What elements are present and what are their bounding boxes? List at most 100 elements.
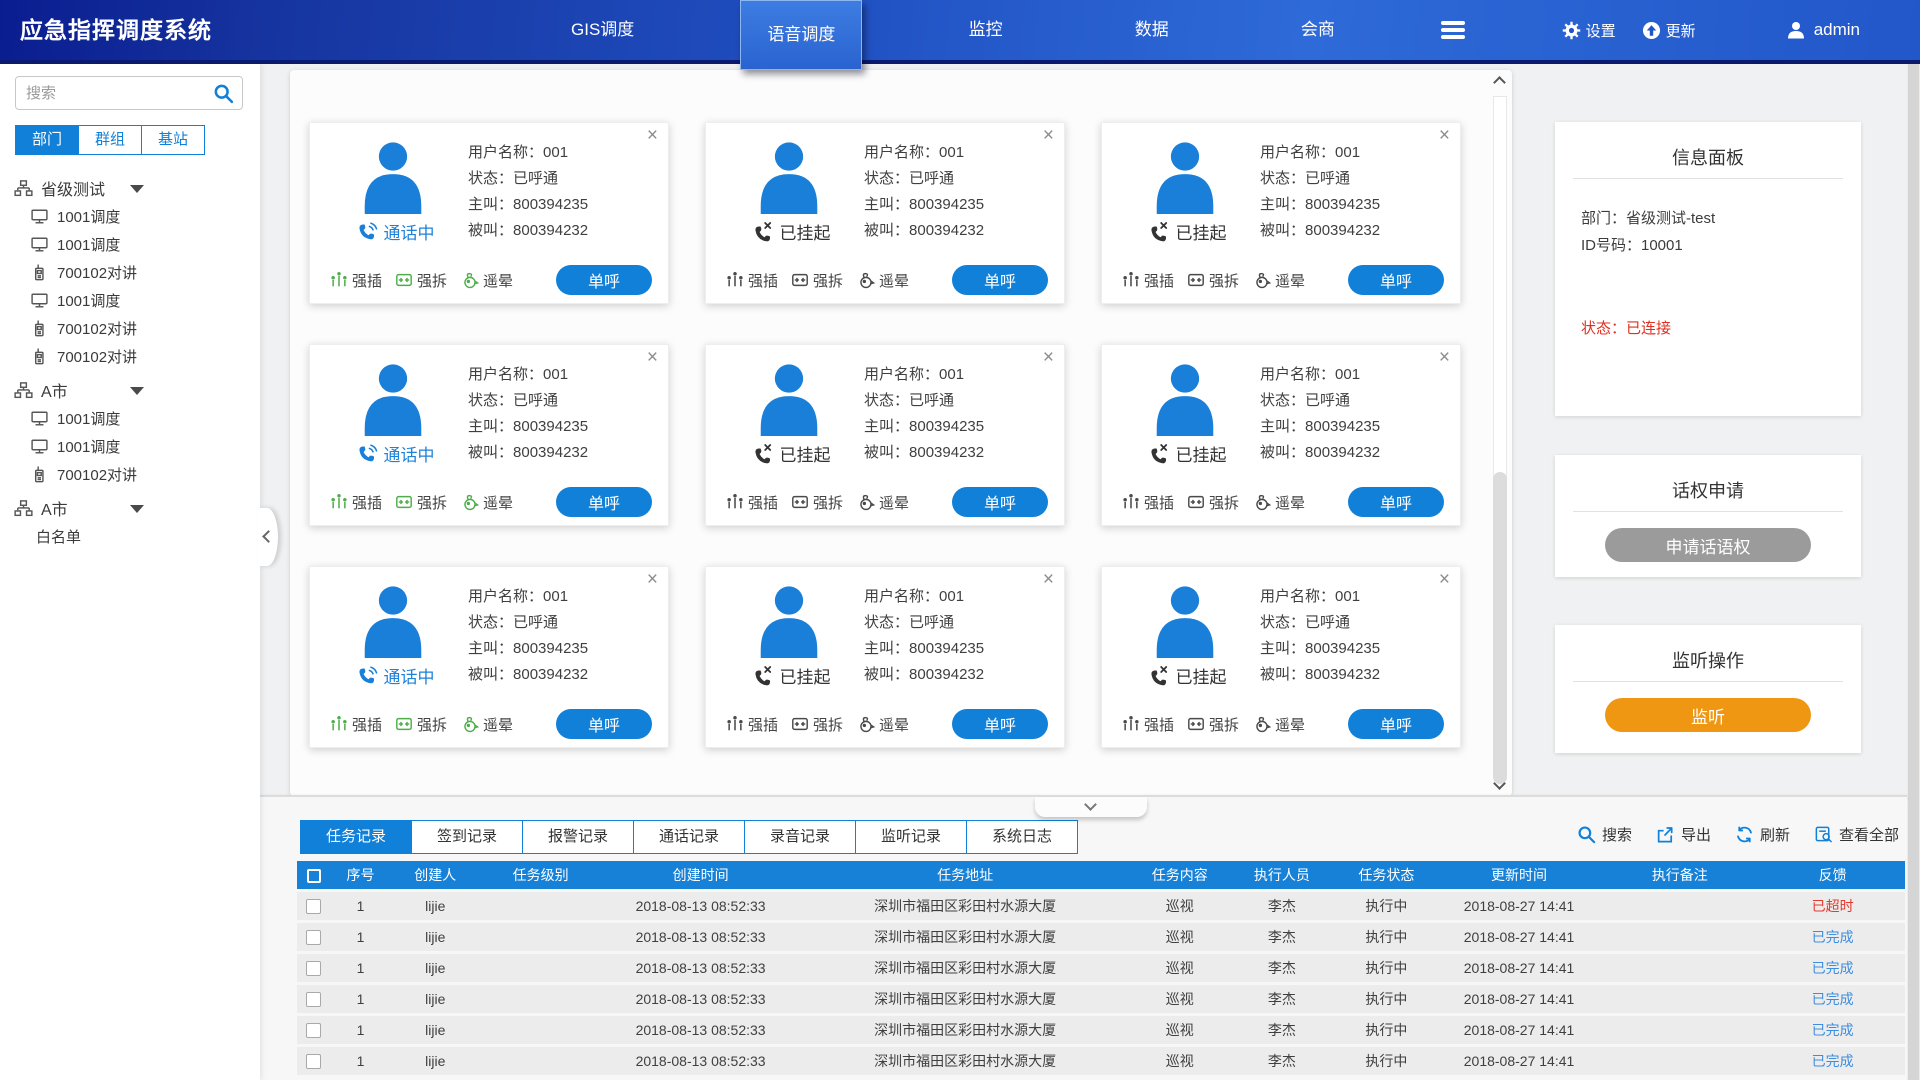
force-release-button[interactable]: 强拆 [1187,492,1239,513]
tree-item[interactable]: 白名单 [0,522,260,550]
row-checkbox[interactable] [306,992,321,1007]
toolbar-button[interactable]: 刷新 [1735,824,1790,845]
close-icon[interactable]: × [1439,125,1450,147]
menu-icon[interactable] [1441,21,1465,39]
nav-tab[interactable]: 会商 [1275,0,1361,60]
sidebar-tab[interactable]: 部门 [15,125,79,155]
remote-stun-button[interactable]: 遥晕 [1252,714,1305,735]
record-tab[interactable]: 报警记录 [522,820,634,854]
remote-stun-button[interactable]: 遥晕 [1252,270,1305,291]
remote-stun-button[interactable]: 遥晕 [460,492,513,513]
nav-tab[interactable]: GIS调度 [545,0,660,60]
monitor-button[interactable]: 监听 [1605,698,1811,732]
table-row[interactable]: 1 lijie 2018-08-13 08:52:33 深圳市福田区彩田村水源大… [297,1047,1905,1075]
single-call-button[interactable]: 单呼 [1348,709,1444,739]
close-icon[interactable]: × [647,125,658,147]
record-tab[interactable]: 任务记录 [300,820,412,854]
cards-scrollbar[interactable] [1492,74,1508,792]
sidebar-tab[interactable]: 群组 [78,125,142,155]
row-checkbox[interactable] [306,899,321,914]
force-insert-button[interactable]: 强插 [1122,492,1174,513]
single-call-button[interactable]: 单呼 [556,265,652,295]
tree-item[interactable]: 700102对讲 [0,314,260,342]
update-button[interactable]: 更新 [1642,20,1696,41]
toolbar-button[interactable]: 查看全部 [1814,824,1899,845]
force-insert-button[interactable]: 强插 [330,270,382,291]
force-insert-button[interactable]: 强插 [1122,270,1174,291]
single-call-button[interactable]: 单呼 [1348,265,1444,295]
sidebar-tab[interactable]: 基站 [141,125,205,155]
page-scrollbar[interactable] [1907,64,1920,1080]
remote-stun-button[interactable]: 遥晕 [856,270,909,291]
remote-stun-button[interactable]: 遥晕 [460,714,513,735]
force-insert-button[interactable]: 强插 [726,270,778,291]
tree-item[interactable]: A市 [0,376,260,404]
force-insert-button[interactable]: 强插 [330,714,382,735]
page-scrollbar-thumb[interactable] [1908,64,1919,1080]
table-row[interactable]: 1 lijie 2018-08-13 08:52:33 深圳市福田区彩田村水源大… [297,892,1905,920]
single-call-button[interactable]: 单呼 [556,709,652,739]
scrollbar-thumb[interactable] [1493,472,1507,784]
single-call-button[interactable]: 单呼 [952,487,1048,517]
remote-stun-button[interactable]: 遥晕 [1252,492,1305,513]
tree-item[interactable]: 700102对讲 [0,258,260,286]
tree-item[interactable]: 1001调度 [0,286,260,314]
nav-tab[interactable]: 语音调度 [740,0,862,70]
close-icon[interactable]: × [647,347,658,369]
row-checkbox[interactable] [306,1023,321,1038]
remote-stun-button[interactable]: 遥晕 [856,714,909,735]
chevron-down-icon[interactable] [130,505,144,513]
tree-item[interactable]: 省级测试 [0,174,260,202]
remote-stun-button[interactable]: 遥晕 [856,492,909,513]
tree-item[interactable]: 1001调度 [0,432,260,460]
toolbar-button[interactable]: 导出 [1656,824,1711,845]
force-release-button[interactable]: 强拆 [1187,714,1239,735]
single-call-button[interactable]: 单呼 [952,265,1048,295]
search-icon[interactable] [213,83,234,104]
nav-tab[interactable]: 数据 [1109,0,1195,60]
force-release-button[interactable]: 强拆 [791,714,843,735]
close-icon[interactable]: × [1043,569,1054,591]
table-row[interactable]: 1 lijie 2018-08-13 08:52:33 深圳市福田区彩田村水源大… [297,1016,1905,1044]
force-release-button[interactable]: 强拆 [395,714,447,735]
select-all-checkbox[interactable] [307,869,321,883]
request-talk-right-button[interactable]: 申请话语权 [1605,528,1811,562]
chevron-down-icon[interactable] [130,387,144,395]
close-icon[interactable]: × [647,569,658,591]
sidebar-collapse-handle[interactable] [258,508,278,566]
force-insert-button[interactable]: 强插 [330,492,382,513]
row-checkbox[interactable] [306,1054,321,1069]
force-release-button[interactable]: 强拆 [395,492,447,513]
record-tab[interactable]: 监听记录 [855,820,967,854]
tree-item[interactable]: 1001调度 [0,202,260,230]
force-release-button[interactable]: 强拆 [395,270,447,291]
scroll-up-icon[interactable] [1493,76,1506,89]
row-checkbox[interactable] [306,961,321,976]
toolbar-button[interactable]: 搜索 [1577,824,1632,845]
force-release-button[interactable]: 强拆 [791,492,843,513]
bottom-collapse-handle[interactable] [1035,797,1147,817]
force-insert-button[interactable]: 强插 [1122,714,1174,735]
table-row[interactable]: 1 lijie 2018-08-13 08:52:33 深圳市福田区彩田村水源大… [297,954,1905,982]
record-tab[interactable]: 签到记录 [411,820,523,854]
row-checkbox[interactable] [306,930,321,945]
remote-stun-button[interactable]: 遥晕 [460,270,513,291]
table-row[interactable]: 1 lijie 2018-08-13 08:52:33 深圳市福田区彩田村水源大… [297,985,1905,1013]
single-call-button[interactable]: 单呼 [556,487,652,517]
settings-button[interactable]: 设置 [1562,20,1616,41]
nav-tab[interactable]: 监控 [943,0,1029,60]
force-insert-button[interactable]: 强插 [726,492,778,513]
tree-item[interactable]: 1001调度 [0,404,260,432]
close-icon[interactable]: × [1439,569,1450,591]
user-menu[interactable]: admin [1786,20,1860,40]
single-call-button[interactable]: 单呼 [952,709,1048,739]
chevron-down-icon[interactable] [130,185,144,193]
table-row[interactable]: 1 lijie 2018-08-13 08:52:33 深圳市福田区彩田村水源大… [297,923,1905,951]
tree-item[interactable]: 1001调度 [0,230,260,258]
single-call-button[interactable]: 单呼 [1348,487,1444,517]
record-tab[interactable]: 录音记录 [744,820,856,854]
close-icon[interactable]: × [1043,347,1054,369]
record-tab[interactable]: 系统日志 [966,820,1078,854]
search-input[interactable] [26,78,206,108]
tree-item[interactable]: 700102对讲 [0,342,260,370]
